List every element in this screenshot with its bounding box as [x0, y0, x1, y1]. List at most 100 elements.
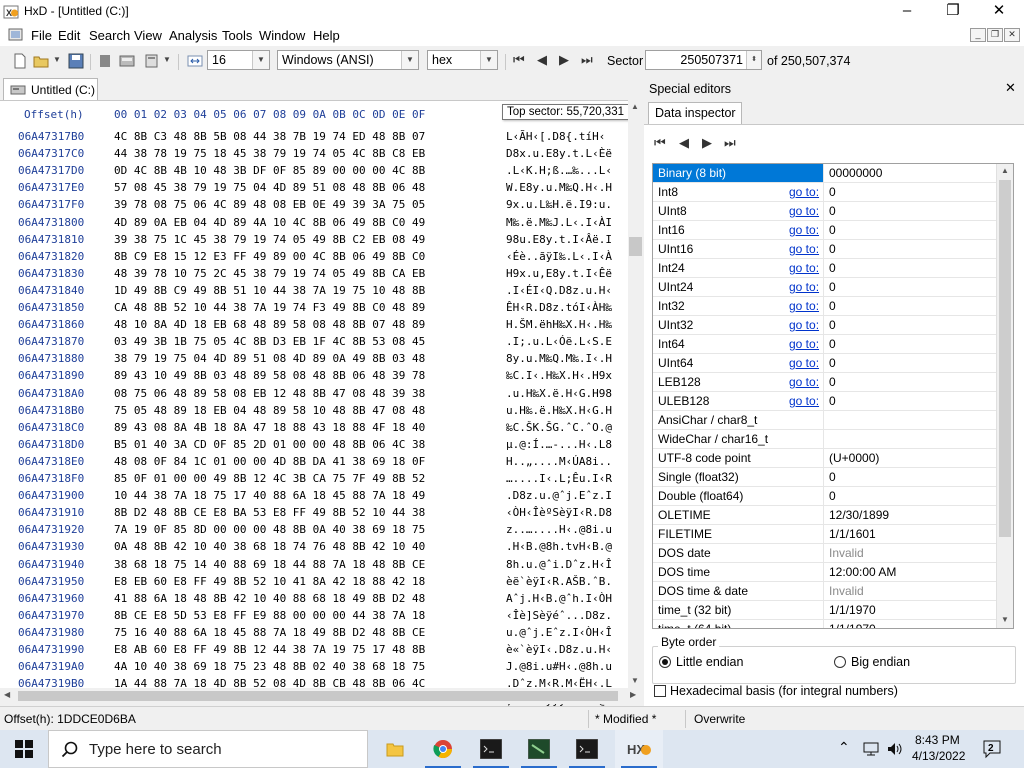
row-hex-bytes[interactable]: 10 44 38 7A 18 75 17 40 88 6A 18 45 88 7…: [114, 489, 425, 502]
inspector-row[interactable]: AnsiChar / char8_t: [653, 411, 998, 430]
hex-basis-label[interactable]: Hexadecimal basis (for integral numbers): [670, 684, 898, 698]
hex-row[interactable]: 06A4731960 41 88 6A 18 48 8B 42 10 40 88 …: [0, 592, 628, 609]
inspector-last-icon[interactable]: ⏭: [724, 135, 736, 151]
hex-row[interactable]: 06A4731890 89 43 10 49 8B 03 48 89 58 08 …: [0, 369, 628, 386]
goto-link[interactable]: go to:: [789, 354, 819, 372]
inspector-value[interactable]: 12:00:00 AM: [829, 563, 896, 581]
hex-row[interactable]: 06A4731970 8B CE E8 5D 53 E8 FF E9 88 00 …: [0, 609, 628, 626]
notification-center-button[interactable]: 2: [982, 739, 1004, 759]
inspector-value[interactable]: 0: [829, 487, 836, 505]
row-hex-bytes[interactable]: 08 75 06 48 89 58 08 EB 12 48 8B 47 08 4…: [114, 387, 425, 400]
inspector-row[interactable]: WideChar / char16_t: [653, 430, 998, 449]
scroll-thumb[interactable]: [999, 180, 1011, 537]
inspector-value[interactable]: 0: [829, 392, 836, 410]
inspector-value[interactable]: Invalid: [829, 544, 864, 562]
windows-start-icon[interactable]: [15, 740, 33, 758]
hex-row[interactable]: 06A47317C0 44 38 78 19 75 18 45 38 79 19 …: [0, 147, 628, 164]
row-text[interactable]: ‰C.ŠK.ŠG.ˆC.ˆO.@: [506, 421, 612, 434]
inspector-row[interactable]: UInt8 go to: 0: [653, 202, 998, 221]
goto-link[interactable]: go to:: [789, 202, 819, 220]
goto-link[interactable]: go to:: [789, 297, 819, 315]
row-hex-bytes[interactable]: 38 68 18 75 14 40 88 69 18 44 88 7A 18 4…: [114, 558, 425, 571]
charset-select[interactable]: Windows (ANSI) ▼: [277, 50, 419, 70]
inspector-value[interactable]: 0: [829, 221, 836, 239]
inspector-value[interactable]: (U+0000): [829, 449, 879, 467]
row-text[interactable]: è«`èÿI‹.D8z.u.H‹: [506, 643, 612, 656]
hex-row[interactable]: 06A4731840 1D 49 8B C9 49 8B 51 10 44 38 …: [0, 284, 628, 301]
inspector-value[interactable]: 0: [829, 278, 836, 296]
hex-row[interactable]: 06A4731800 4D 89 0A EB 04 4D 89 4A 10 4C …: [0, 216, 628, 233]
hex-row[interactable]: 06A47318C0 89 43 08 8A 4B 18 8A 47 18 88 …: [0, 421, 628, 438]
special-editors-close-icon[interactable]: ✕: [1005, 80, 1016, 96]
goto-link[interactable]: go to:: [789, 316, 819, 334]
row-hex-bytes[interactable]: 44 38 78 19 75 18 45 38 79 19 74 05 4C 8…: [114, 147, 425, 160]
bytes-per-row-select[interactable]: 16 ▼: [207, 50, 270, 70]
inspector-previous-icon[interactable]: ◀: [679, 135, 689, 151]
hex-row[interactable]: 06A4731940 38 68 18 75 14 40 88 69 18 44 …: [0, 558, 628, 575]
inspector-value[interactable]: 1/1/1601: [829, 525, 876, 543]
minimize-button[interactable]: –: [884, 0, 930, 24]
inspector-value[interactable]: 1/1/1970: [829, 620, 876, 628]
volume-icon[interactable]: [886, 741, 904, 757]
inspector-row[interactable]: UTF-8 code point (U+0000): [653, 449, 998, 468]
hex-vertical-scrollbar[interactable]: ▲ ▼: [628, 100, 643, 688]
next-sector-icon[interactable]: ▶: [559, 52, 569, 68]
menu-analysis[interactable]: Analysis: [169, 28, 217, 43]
inspector-value[interactable]: 0: [829, 183, 836, 201]
row-text[interactable]: ‹Éè..ãÿI‰.L‹.I‹À: [506, 250, 612, 263]
hex-row[interactable]: 06A47318B0 75 05 48 89 18 EB 04 48 89 58 …: [0, 404, 628, 421]
row-hex-bytes[interactable]: 4C 8B C3 48 8B 5B 08 44 38 7B 19 74 ED 4…: [114, 130, 425, 143]
row-hex-bytes[interactable]: 39 38 75 1C 45 38 79 19 74 05 49 8B C2 E…: [114, 233, 425, 246]
row-text[interactable]: .H‹B.@8h.tvH‹B.@: [506, 540, 612, 553]
inspector-next-icon[interactable]: ▶: [702, 135, 712, 151]
row-hex-bytes[interactable]: B5 01 40 3A CD 0F 85 2D 01 00 00 48 8B 0…: [114, 438, 425, 451]
hex-row[interactable]: 06A47318A0 08 75 06 48 89 58 08 EB 12 48 …: [0, 387, 628, 404]
row-text[interactable]: H..„....M‹ÚA8i..: [506, 455, 612, 468]
scroll-up-icon[interactable]: ▲: [631, 102, 639, 111]
hex-row[interactable]: 06A4731930 0A 48 8B 42 10 40 38 68 18 74 …: [0, 540, 628, 557]
inspector-value[interactable]: 1/1/1970: [829, 601, 876, 619]
inspector-value[interactable]: 0: [829, 297, 836, 315]
clock-time[interactable]: 8:43 PM: [915, 733, 960, 747]
hex-row[interactable]: 06A4731950 E8 EB 60 E8 FF 49 8B 52 10 41 …: [0, 575, 628, 592]
hex-horizontal-scrollbar[interactable]: ◀ ▶: [0, 688, 644, 704]
row-text[interactable]: .D8z.u.@ˆj.Eˆz.I: [506, 489, 612, 502]
row-hex-bytes[interactable]: 41 88 6A 18 48 8B 42 10 40 88 68 18 49 8…: [114, 592, 425, 605]
save-icon[interactable]: [68, 53, 84, 69]
open-dropdown-icon[interactable]: ▼: [53, 55, 61, 64]
goto-link[interactable]: go to:: [789, 392, 819, 410]
open-disk-icon[interactable]: [119, 53, 135, 69]
sector-input[interactable]: 250507371 ⬍: [645, 50, 762, 70]
hex-row[interactable]: 06A4731880 38 79 19 75 04 4D 89 51 08 4D …: [0, 352, 628, 369]
row-text[interactable]: 8h.u.@ˆi.Dˆz.H‹Î: [506, 558, 612, 571]
menu-window[interactable]: Window: [259, 28, 305, 43]
row-hex-bytes[interactable]: 39 78 08 75 06 4C 89 48 08 EB 0E 49 39 3…: [114, 198, 425, 211]
row-hex-bytes[interactable]: 75 05 48 89 18 EB 04 48 89 58 10 48 8B 4…: [114, 404, 425, 417]
row-hex-bytes[interactable]: E8 EB 60 E8 FF 49 8B 52 10 41 8A 42 18 8…: [114, 575, 425, 588]
row-hex-bytes[interactable]: 1D 49 8B C9 49 8B 51 10 44 38 7A 19 75 1…: [114, 284, 425, 297]
row-text[interactable]: z..…....H‹.@8i.u: [506, 523, 612, 536]
row-text[interactable]: 8y.u.M‰Q.M‰.I‹.H: [506, 352, 612, 365]
goto-link[interactable]: go to:: [789, 221, 819, 239]
row-hex-bytes[interactable]: 89 43 10 49 8B 03 48 89 58 08 48 8B 06 4…: [114, 369, 425, 382]
inspector-row[interactable]: Int24 go to: 0: [653, 259, 998, 278]
taskbar-hxd[interactable]: HX: [615, 730, 663, 768]
row-text[interactable]: .I‹ÉI‹Q.D8z.u.H‹: [506, 284, 612, 297]
inspector-row[interactable]: Int64 go to: 0: [653, 335, 998, 354]
inspector-value[interactable]: 0: [829, 335, 836, 353]
row-text[interactable]: èë`èÿI‹R.AŠB.ˆB.: [506, 575, 612, 588]
hex-row[interactable]: 06A4731990 E8 AB 60 E8 FF 49 8B 12 44 38 …: [0, 643, 628, 660]
hex-row[interactable]: 06A4731830 48 39 78 10 75 2C 45 38 79 19 …: [0, 267, 628, 284]
inspector-row[interactable]: OLETIME 12/30/1899: [653, 506, 998, 525]
menu-search[interactable]: Search: [89, 28, 130, 43]
new-file-icon[interactable]: [12, 53, 28, 69]
row-text[interactable]: 9x.u.L‰H.ë.I9:u.: [506, 198, 612, 211]
mdi-restore-button[interactable]: ❐: [987, 28, 1003, 42]
hex-row[interactable]: 06A4731870 03 49 3B 1B 75 05 4C 8B D3 EB …: [0, 335, 628, 352]
menu-help[interactable]: Help: [313, 28, 340, 43]
inspector-row[interactable]: UInt32 go to: 0: [653, 316, 998, 335]
inspector-row[interactable]: ULEB128 go to: 0: [653, 392, 998, 411]
goto-link[interactable]: go to:: [789, 373, 819, 391]
scroll-thumb[interactable]: [629, 237, 642, 256]
hex-row[interactable]: 06A47317D0 0D 4C 8B 4B 10 48 3B DF 0F 85 …: [0, 164, 628, 181]
